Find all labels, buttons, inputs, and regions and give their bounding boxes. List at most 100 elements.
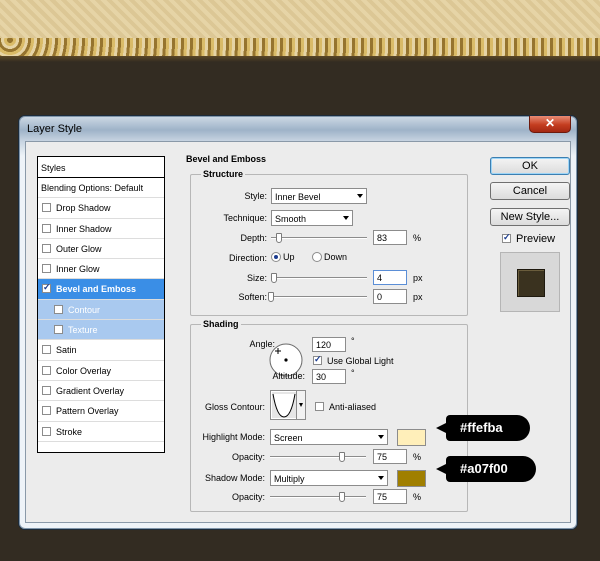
styles-header[interactable]: Styles: [38, 157, 164, 178]
anti-aliased-label: Anti-aliased: [329, 402, 377, 412]
new-style-button[interactable]: New Style...: [490, 208, 570, 226]
size-input[interactable]: 4: [373, 270, 407, 285]
gloss-contour-arrow[interactable]: [296, 391, 305, 419]
style-item-inner-shadow[interactable]: Inner Shadow: [38, 219, 164, 239]
soften-slider-thumb[interactable]: [268, 292, 274, 302]
checkbox-icon[interactable]: [42, 264, 51, 274]
style-item-gradient-overlay[interactable]: Gradient Overlay: [38, 381, 164, 402]
style-item-texture[interactable]: Texture: [38, 320, 164, 341]
checkbox-icon[interactable]: [42, 223, 51, 233]
direction-down-radio[interactable]: Down: [312, 252, 347, 262]
size-slider-thumb[interactable]: [270, 273, 277, 283]
style-item-inner-glow[interactable]: Inner Glow: [38, 259, 164, 280]
depth-slider-thumb[interactable]: [275, 233, 282, 243]
anti-aliased-checkbox[interactable]: Anti-aliased: [315, 402, 376, 412]
style-item-pattern-overlay[interactable]: Pattern Overlay: [38, 401, 164, 422]
technique-dropdown-value: Smooth: [275, 214, 307, 224]
highlight-color-swatch[interactable]: [397, 429, 426, 446]
pattern-shadow: [0, 56, 600, 62]
chevron-down-icon: [378, 476, 384, 480]
altitude-input[interactable]: 30: [312, 369, 346, 384]
depth-slider[interactable]: [271, 233, 367, 243]
style-item-stroke[interactable]: Stroke: [38, 422, 164, 442]
style-item-bevel-and-emboss[interactable]: Bevel and Emboss: [38, 279, 164, 300]
style-item-drop-shadow[interactable]: Drop Shadow: [38, 198, 164, 219]
style-item-label: Drop Shadow: [56, 203, 111, 214]
style-item-label: Color Overlay: [56, 365, 112, 376]
window-title: Layer Style: [27, 123, 83, 135]
shadow-color-swatch[interactable]: [397, 470, 426, 487]
size-unit: px: [413, 273, 423, 283]
bevel-emboss-title: Bevel and Emboss: [186, 154, 267, 164]
style-item-outer-glow[interactable]: Outer Glow: [38, 239, 164, 260]
preview-thumbnail: [500, 252, 560, 312]
style-item-label: Inner Shadow: [56, 223, 112, 234]
style-item-satin[interactable]: Satin: [38, 340, 164, 361]
shadow-color-tag: #a07f00: [436, 456, 536, 482]
shadow-mode-dropdown[interactable]: Multiply: [270, 470, 388, 486]
shadow-opacity-label: Opacity:: [231, 492, 265, 502]
checkbox-icon: [315, 402, 324, 411]
direction-label: Direction:: [228, 253, 267, 263]
highlight-opacity-input[interactable]: 75: [373, 449, 407, 464]
chevron-down-icon: [378, 435, 384, 439]
checkbox-icon[interactable]: [42, 426, 51, 436]
shadow-opacity-slider[interactable]: [270, 492, 366, 502]
shadow-opacity-input[interactable]: 75: [373, 489, 407, 504]
style-item-label: Bevel and Emboss: [56, 284, 137, 295]
technique-label: Technique:: [223, 213, 267, 223]
highlight-mode-label: Highlight Mode:: [202, 432, 265, 442]
highlight-opacity-thumb[interactable]: [339, 452, 345, 462]
highlight-mode-dropdown[interactable]: Screen: [270, 429, 388, 445]
decorative-wave-border: [0, 38, 600, 58]
depth-input[interactable]: 83: [373, 230, 407, 245]
checkbox-icon[interactable]: [42, 243, 51, 253]
highlight-opacity-label: Opacity:: [231, 452, 265, 462]
checkbox-icon[interactable]: [42, 345, 51, 355]
style-dropdown[interactable]: Inner Bevel: [271, 188, 367, 204]
checkbox-checked-icon: [313, 354, 322, 365]
shading-group: Shading Angle: 120 ° Use Global Light Al…: [190, 319, 468, 512]
chevron-down-icon: [343, 216, 349, 220]
blending-options-item[interactable]: Blending Options: Default: [38, 178, 164, 199]
checkbox-icon[interactable]: [42, 385, 51, 395]
style-item-contour[interactable]: Contour: [38, 299, 164, 321]
use-global-light-checkbox[interactable]: Use Global Light: [313, 354, 394, 366]
chevron-down-icon: [299, 403, 303, 407]
ok-button[interactable]: OK: [490, 157, 570, 175]
title-bar[interactable]: Layer Style ✕: [19, 116, 577, 141]
checkbox-icon[interactable]: [54, 325, 63, 335]
close-button[interactable]: ✕: [529, 116, 571, 133]
shadow-mode-value: Multiply: [274, 474, 305, 484]
preview-checkbox[interactable]: Preview: [502, 232, 555, 245]
angle-input[interactable]: 120: [312, 337, 346, 352]
soften-unit: px: [413, 292, 423, 302]
cancel-button[interactable]: Cancel: [490, 182, 570, 200]
soften-slider[interactable]: [268, 292, 367, 302]
gloss-contour-picker[interactable]: [270, 390, 306, 420]
checkbox-icon[interactable]: [42, 365, 51, 375]
checkbox-icon[interactable]: [42, 406, 51, 416]
soften-input[interactable]: 0: [373, 289, 407, 304]
gloss-contour-label: Gloss Contour:: [204, 402, 265, 412]
soften-label: Soften:: [238, 292, 267, 302]
checkbox-icon[interactable]: [42, 203, 51, 213]
preview-square: [517, 269, 545, 297]
style-item-color-overlay[interactable]: Color Overlay: [38, 361, 164, 381]
direction-up-radio[interactable]: Up: [271, 252, 295, 262]
highlight-opacity-unit: %: [413, 452, 422, 462]
styles-list: Styles Blending Options: Default Drop Sh…: [37, 156, 165, 453]
angle-unit: °: [351, 336, 355, 346]
contour-curve-icon: [272, 392, 296, 418]
size-slider[interactable]: [270, 273, 367, 283]
radio-icon: [312, 252, 322, 262]
technique-dropdown[interactable]: Smooth: [271, 210, 353, 226]
checkbox-icon[interactable]: [54, 304, 63, 314]
structure-title: Structure: [201, 169, 246, 179]
highlight-opacity-slider[interactable]: [270, 452, 366, 462]
direction-down-label: Down: [324, 252, 348, 262]
shading-title: Shading: [201, 319, 241, 329]
close-icon: ✕: [544, 116, 556, 130]
checkbox-checked-icon[interactable]: [42, 282, 51, 294]
shadow-opacity-thumb[interactable]: [339, 492, 345, 502]
